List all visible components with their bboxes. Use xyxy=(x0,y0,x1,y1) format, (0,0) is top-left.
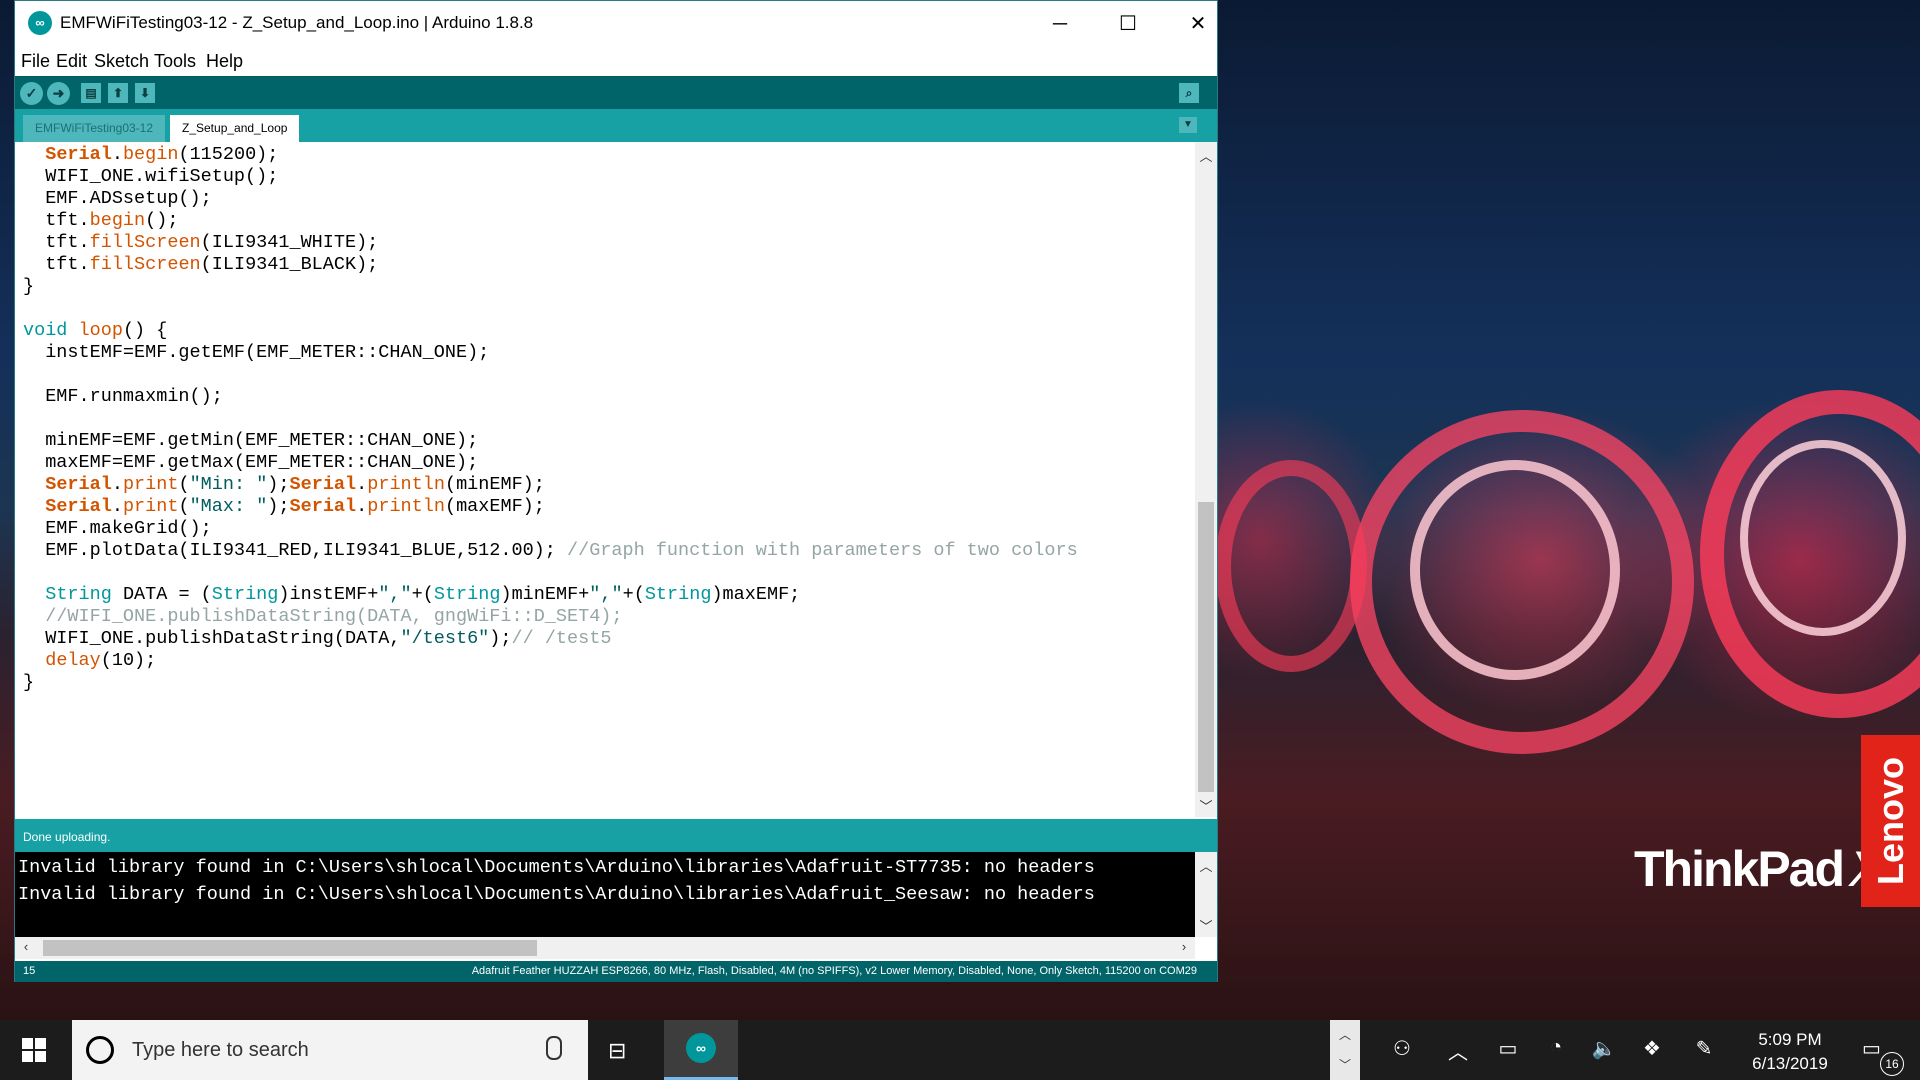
arduino-app-icon: ∞ xyxy=(686,1033,716,1063)
editor-vertical-scrollbar[interactable]: ︿ ﹀ xyxy=(1195,142,1217,817)
volume-icon[interactable]: 🔈 xyxy=(1588,1036,1620,1061)
search-placeholder: Type here to search xyxy=(132,1039,309,1061)
chevron-up-icon[interactable]: ︿ xyxy=(1330,1026,1360,1043)
toolbar: ✓ ➜ ▤ ⬆ ⬇ ⌕ xyxy=(15,76,1217,110)
code-line: tft.fillScreen(ILI9341_BLACK); xyxy=(23,254,379,275)
taskbar-search-box[interactable]: Type here to search xyxy=(72,1020,588,1080)
notification-count-badge: 16 xyxy=(1880,1052,1904,1076)
light-trail xyxy=(1215,460,1367,672)
menu-help[interactable]: Help xyxy=(206,51,243,72)
code-line: } xyxy=(23,672,35,693)
console-vertical-scrollbar[interactable]: ︿ ﹀ xyxy=(1195,852,1217,937)
code-line: instEMF=EMF.getEMF(EMF_METER::CHAN_ONE); xyxy=(23,342,490,363)
code-line: delay(10); xyxy=(45,650,157,671)
code-editor[interactable]: Serial.begin(115200); WIFI_ONE.wifiSetup… xyxy=(15,142,1195,817)
arduino-taskbar-button[interactable]: ∞ xyxy=(664,1020,738,1080)
show-hidden-icons-icon[interactable]: ︿ xyxy=(1442,1036,1474,1065)
taskbar: Type here to search ⊟ ∞ ︿ ﹀ ⚇ ︿ ▭ ◔ 🔈 ❖ … xyxy=(0,1020,1920,1080)
cortana-icon xyxy=(86,1036,114,1064)
dropbox-icon[interactable]: ❖ xyxy=(1636,1036,1668,1061)
footer-bar: 15 Adafruit Feather HUZZAH ESP8266, 80 M… xyxy=(15,961,1217,982)
light-trail xyxy=(1410,460,1620,680)
lenovo-text: Lenovo xyxy=(1869,756,1911,886)
code-line: } xyxy=(23,276,35,297)
menu-file[interactable]: File xyxy=(21,51,50,72)
code-line: EMF.plotData(ILI9341_RED,ILI9341_BLUE,51… xyxy=(23,540,1078,561)
code-line: EMF.runmaxmin(); xyxy=(23,386,223,407)
menu-tools[interactable]: Tools xyxy=(154,51,196,72)
start-button[interactable] xyxy=(0,1020,70,1080)
people-icon[interactable]: ⚇ xyxy=(1386,1036,1418,1061)
title-bar[interactable]: ∞ EMFWiFiTesting03-12 - Z_Setup_and_Loop… xyxy=(15,1,1217,47)
task-view-icon[interactable]: ⊟ xyxy=(608,1038,636,1063)
arrow-up-icon: ⬆ xyxy=(112,86,124,100)
tab-bar: EMFWiFiTesting03-12 Z_Setup_and_Loop ▼ xyxy=(15,109,1217,142)
arrow-down-icon: ⬇ xyxy=(139,86,151,100)
window-title: EMFWiFiTesting03-12 - Z_Setup_and_Loop.i… xyxy=(60,13,534,32)
verify-button[interactable]: ✓ xyxy=(20,82,43,105)
tray-scroll[interactable]: ︿ ﹀ xyxy=(1330,1020,1360,1080)
console-horizontal-scrollbar[interactable]: ‹ › xyxy=(15,937,1195,959)
board-info: Adafruit Feather HUZZAH ESP8266, 80 MHz,… xyxy=(471,965,1197,977)
save-button[interactable]: ⬇ xyxy=(135,83,155,103)
close-button[interactable]: ✕ xyxy=(1163,1,1233,47)
minimize-button[interactable]: ─ xyxy=(1025,1,1095,47)
tab-emfwifitesting[interactable]: EMFWiFiTesting03-12 xyxy=(23,115,166,142)
scroll-up-icon[interactable]: ︿ xyxy=(1195,146,1217,165)
magnifier-icon: ⌕ xyxy=(1185,86,1193,100)
clock-date: 6/13/2019 xyxy=(1752,1054,1828,1073)
new-button[interactable]: ▤ xyxy=(81,83,101,103)
lenovo-badge: Lenovo xyxy=(1861,735,1920,907)
pen-icon[interactable]: ✎ xyxy=(1688,1036,1720,1061)
maximize-button[interactable]: ☐ xyxy=(1093,1,1163,47)
scroll-left-icon[interactable]: ‹ xyxy=(15,939,37,954)
microphone-icon[interactable] xyxy=(546,1036,562,1060)
thinkpad-text: ThinkPad xyxy=(1634,841,1845,897)
editor-scroll-thumb[interactable] xyxy=(1198,502,1214,792)
console-output[interactable]: Invalid library found in C:\Users\shloca… xyxy=(15,852,1195,937)
clock-time: 5:09 PM xyxy=(1758,1030,1822,1049)
scroll-up-icon[interactable]: ︿ xyxy=(1195,856,1217,875)
arduino-app-icon: ∞ xyxy=(28,11,52,35)
arduino-window: ∞ EMFWiFiTesting03-12 - Z_Setup_and_Loop… xyxy=(14,0,1218,982)
windows-logo-icon xyxy=(22,1038,46,1062)
scroll-down-icon[interactable]: ﹀ xyxy=(1195,796,1217,815)
scroll-right-icon[interactable]: › xyxy=(1173,939,1195,954)
status-message: Done uploading. xyxy=(23,830,111,844)
console-line: Invalid library found in C:\Users\shloca… xyxy=(18,884,1095,905)
upload-button[interactable]: ➜ xyxy=(47,82,70,105)
battery-icon[interactable]: ▭ xyxy=(1492,1036,1524,1061)
serial-monitor-button[interactable]: ⌕ xyxy=(1179,83,1199,103)
menu-bar: File Edit Sketch Tools Help xyxy=(15,47,1217,75)
clock[interactable]: 5:09 PM 6/13/2019 xyxy=(1730,1028,1850,1076)
line-number: 15 xyxy=(23,965,36,977)
checkmark-icon: ✓ xyxy=(25,85,38,101)
light-trail xyxy=(1740,440,1906,636)
wifi-icon[interactable]: ◔ xyxy=(1540,1036,1572,1059)
menu-edit[interactable]: Edit xyxy=(56,51,87,72)
console-line: Invalid library found in C:\Users\shloca… xyxy=(18,857,1095,878)
chevron-down-icon: ▼ xyxy=(1183,119,1193,130)
tab-z-setup-and-loop[interactable]: Z_Setup_and_Loop xyxy=(170,115,300,142)
arrow-right-icon: ➜ xyxy=(52,85,65,101)
status-bar: Done uploading. xyxy=(15,819,1217,852)
menu-sketch[interactable]: Sketch xyxy=(94,51,149,72)
scroll-down-icon[interactable]: ﹀ xyxy=(1195,916,1217,935)
open-button[interactable]: ⬆ xyxy=(108,83,128,103)
tab-menu-button[interactable]: ▼ xyxy=(1179,117,1197,133)
chevron-down-icon[interactable]: ﹀ xyxy=(1330,1056,1360,1073)
new-file-icon: ▤ xyxy=(85,86,97,100)
console-scroll-thumb[interactable] xyxy=(43,940,537,956)
